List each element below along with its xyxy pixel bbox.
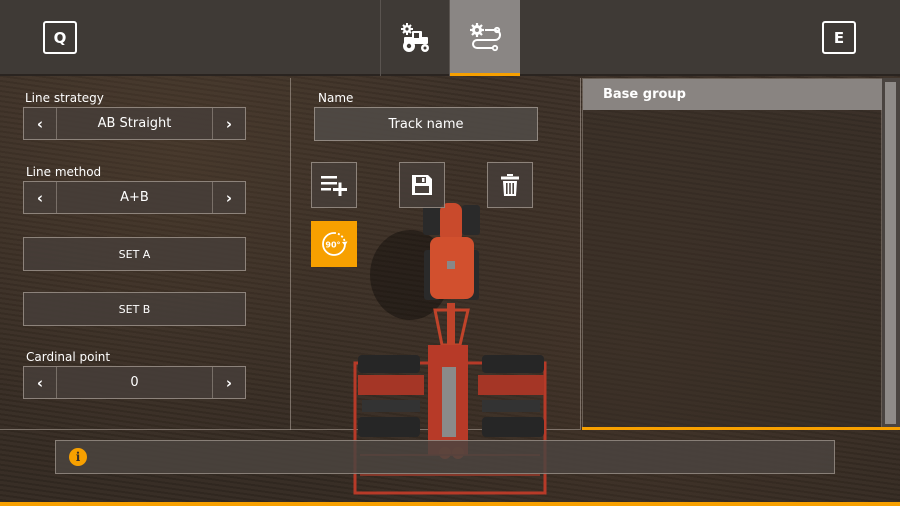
chevron-left-icon: ‹ (36, 114, 44, 133)
rotate-90-button[interactable]: 90° (311, 221, 357, 267)
set-b-button[interactable]: SET B (23, 292, 246, 326)
line-strategy-selector[interactable]: ‹ AB Straight › (23, 107, 246, 140)
set-a-button[interactable]: SET A (23, 237, 246, 271)
cardinal-point-selector[interactable]: ‹ 0 › (23, 366, 246, 399)
prev-key-label: Q (53, 28, 67, 47)
save-icon (412, 175, 432, 195)
prev-tab-key-button[interactable]: Q (43, 21, 77, 54)
panel-divider-bottom (0, 429, 580, 430)
line-method-value: A+B (120, 190, 149, 205)
line-method-selector[interactable]: ‹ A+B › (23, 181, 246, 214)
line-strategy-label: Line strategy (25, 91, 104, 105)
line-method-next-button[interactable]: › (212, 182, 245, 213)
tractor-gear-icon (401, 23, 429, 52)
info-icon: i (69, 448, 87, 466)
cardinal-point-prev-button[interactable]: ‹ (24, 367, 57, 398)
next-key-label: E (833, 28, 845, 47)
track-name-input[interactable]: Track name (314, 107, 538, 141)
panel-divider-left (290, 78, 291, 430)
panel-divider-right (580, 78, 581, 430)
rotate-label: 90° (325, 241, 340, 250)
line-strategy-next-button[interactable]: › (212, 108, 245, 139)
chevron-right-icon: › (225, 188, 233, 207)
track-group-list[interactable]: Base group (582, 78, 883, 428)
line-method-prev-button[interactable]: ‹ (24, 182, 57, 213)
rotate-90-icon: 90° (322, 232, 348, 256)
line-method-label: Line method (26, 165, 102, 179)
chevron-right-icon: › (225, 373, 233, 392)
accent-line-bottom (0, 502, 900, 506)
cardinal-point-value: 0 (130, 375, 139, 390)
accent-line-right (582, 427, 900, 430)
group-list-scrollbar[interactable] (882, 78, 900, 428)
chevron-right-icon: › (225, 114, 233, 133)
cardinal-point-next-button[interactable]: › (212, 367, 245, 398)
path-gear-icon (470, 22, 501, 51)
track-name-value: Track name (388, 116, 464, 132)
top-bar: Q E (0, 0, 900, 76)
chevron-left-icon: ‹ (36, 188, 44, 207)
line-strategy-prev-button[interactable]: ‹ (24, 108, 57, 139)
tab-track-settings[interactable] (450, 0, 520, 76)
tab-vehicle-settings[interactable] (380, 0, 450, 76)
set-a-label: SET A (118, 247, 151, 261)
info-bar: i (55, 440, 835, 474)
set-b-label: SET B (118, 302, 151, 316)
next-tab-key-button[interactable]: E (822, 21, 856, 54)
list-add-icon (321, 176, 347, 196)
scrollbar-thumb[interactable] (885, 82, 896, 424)
trash-icon (501, 174, 519, 196)
group-header-base-group[interactable]: Base group (583, 79, 883, 110)
cardinal-point-label: Cardinal point (26, 350, 111, 364)
group-header-label: Base group (603, 87, 686, 102)
line-strategy-value: AB Straight (97, 116, 172, 131)
add-track-button[interactable] (311, 162, 357, 208)
delete-track-button[interactable] (487, 162, 533, 208)
name-label: Name (318, 91, 354, 105)
save-track-button[interactable] (399, 162, 445, 208)
chevron-left-icon: ‹ (36, 373, 44, 392)
